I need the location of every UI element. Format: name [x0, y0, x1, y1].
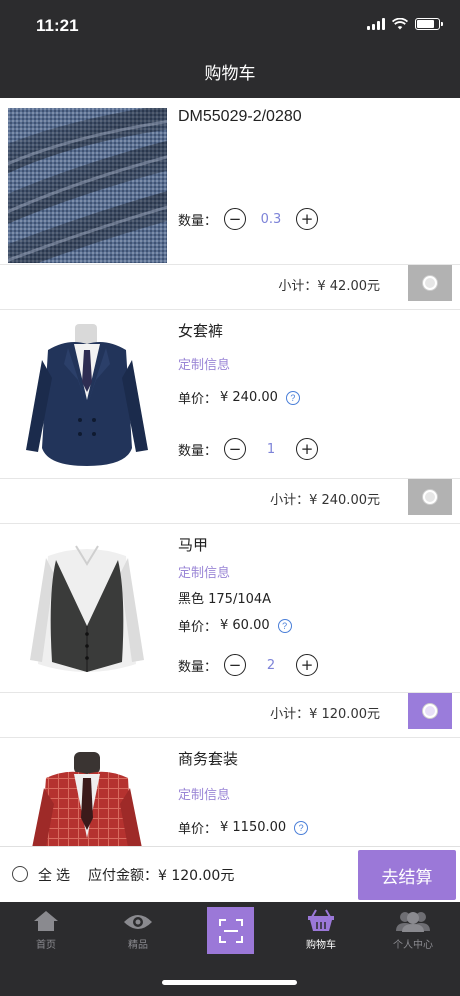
item-name: DM55029-2/0280 — [178, 108, 302, 125]
custom-info-link[interactable]: 定制信息 — [178, 562, 230, 581]
subtotal-row: 小计：¥ 120.00元 — [0, 692, 460, 738]
unit-price-row: 单价： ¥ 1150.00 ? — [178, 818, 309, 837]
tab-label: 购物车 — [306, 940, 336, 951]
suit-image — [8, 320, 167, 470]
radio-icon — [423, 704, 437, 718]
decrease-button[interactable]: − — [224, 654, 246, 676]
item-select-toggle[interactable] — [408, 265, 452, 301]
unit-price-value: ¥ 60.00 — [220, 618, 270, 633]
home-indicator — [162, 980, 297, 985]
status-bar: 11:21 — [0, 0, 460, 50]
vest-image — [8, 534, 167, 684]
eye-icon — [124, 915, 152, 929]
select-all-label[interactable]: 全选 — [38, 865, 74, 885]
tab-cart[interactable]: 购物车 — [286, 908, 356, 951]
unit-price-value: ¥ 1150.00 — [220, 820, 287, 835]
users-icon — [396, 912, 430, 932]
quantity-label: 数量： — [178, 213, 218, 229]
subtotal-value: ¥ 120.00元 — [309, 707, 380, 722]
subtotal-row: 小计：¥ 240.00元 — [0, 478, 460, 524]
subtotal-value: ¥ 240.00元 — [309, 493, 380, 508]
fabric-image — [8, 108, 167, 263]
quantity-stepper: 数量： − 2 + — [178, 654, 318, 676]
subtotal-row: 小计：¥ 42.00元 — [0, 264, 460, 310]
item-name: 商务套装 — [178, 750, 239, 768]
wifi-icon — [392, 18, 408, 30]
increase-button[interactable]: + — [296, 438, 318, 460]
total-amount: 应付金额：¥ 120.00元 — [88, 865, 234, 885]
basket-icon — [308, 909, 334, 931]
red-suit-image — [8, 748, 167, 846]
total-value: ¥ 120.00元 — [158, 868, 235, 884]
item-name: 马甲 — [178, 536, 209, 554]
quantity-label: 数量： — [178, 659, 218, 675]
checkout-button[interactable]: 去结算 — [358, 850, 456, 900]
quantity-stepper: 数量： − 0.3 + — [178, 208, 318, 230]
quantity-value[interactable]: 0.3 — [246, 212, 296, 227]
unit-price-label: 单价： — [178, 822, 218, 837]
select-all-radio[interactable] — [12, 866, 28, 882]
custom-info-link[interactable]: 定制信息 — [178, 354, 230, 373]
checkout-bar: 全选 应付金额：¥ 120.00元 去结算 — [0, 846, 460, 902]
increase-button[interactable]: + — [296, 654, 318, 676]
home-icon — [34, 911, 58, 931]
battery-icon — [415, 18, 443, 30]
quantity-label: 数量： — [178, 443, 218, 459]
subtotal-text: 小计：¥ 120.00元 — [270, 707, 380, 722]
custom-info-link[interactable]: 定制信息 — [178, 784, 230, 803]
status-time: 11:21 — [36, 16, 79, 35]
tab-home[interactable]: 首页 — [11, 908, 81, 951]
unit-price-row: 单价： ¥ 240.00 ? — [178, 388, 300, 407]
subtotal-value: ¥ 42.00元 — [317, 279, 380, 294]
unit-price-label: 单价： — [178, 392, 218, 407]
unit-price-label: 单价： — [178, 620, 218, 635]
item-name: 女套裤 — [178, 322, 224, 340]
subtotal-text: 小计：¥ 240.00元 — [270, 493, 380, 508]
tab-featured[interactable]: 精品 — [103, 908, 173, 951]
increase-button[interactable]: + — [296, 208, 318, 230]
question-icon[interactable]: ? — [277, 618, 292, 633]
unit-price-row: 单价： ¥ 60.00 ? — [178, 616, 292, 635]
page-title: 购物车 — [204, 64, 256, 84]
item-spec: 黑色 175/104A — [178, 592, 272, 607]
quantity-value[interactable]: 1 — [246, 442, 296, 457]
signal-icon — [367, 18, 385, 30]
subtotal-text: 小计：¥ 42.00元 — [278, 279, 380, 294]
tab-scan[interactable] — [207, 907, 254, 954]
quantity-value[interactable]: 2 — [246, 658, 296, 673]
tab-profile[interactable]: 个人中心 — [378, 908, 448, 951]
cart-item-business-suit: 商务套装 定制信息 单价： ¥ 1150.00 ? — [0, 738, 460, 846]
decrease-button[interactable]: − — [224, 438, 246, 460]
cart-list[interactable]: DM55029-2/0280 数量： − 0.3 + 小计：¥ 42.00元 女… — [0, 98, 460, 846]
radio-icon — [423, 490, 437, 504]
total-label: 应付金额： — [88, 868, 158, 884]
quantity-stepper: 数量： − 1 + — [178, 438, 318, 460]
item-select-toggle[interactable] — [408, 479, 452, 515]
tab-label: 首页 — [36, 940, 56, 951]
decrease-button[interactable]: − — [224, 208, 246, 230]
unit-price-value: ¥ 240.00 — [220, 390, 278, 405]
question-icon[interactable]: ? — [294, 820, 309, 835]
nav-bar: 购物车 — [0, 50, 460, 98]
tab-label: 精品 — [128, 940, 148, 951]
tab-label: 个人中心 — [393, 940, 433, 951]
item-select-toggle[interactable] — [408, 693, 452, 729]
radio-icon — [423, 276, 437, 290]
question-icon[interactable]: ? — [285, 390, 300, 405]
status-icons — [367, 18, 443, 30]
scan-icon — [218, 918, 243, 943]
